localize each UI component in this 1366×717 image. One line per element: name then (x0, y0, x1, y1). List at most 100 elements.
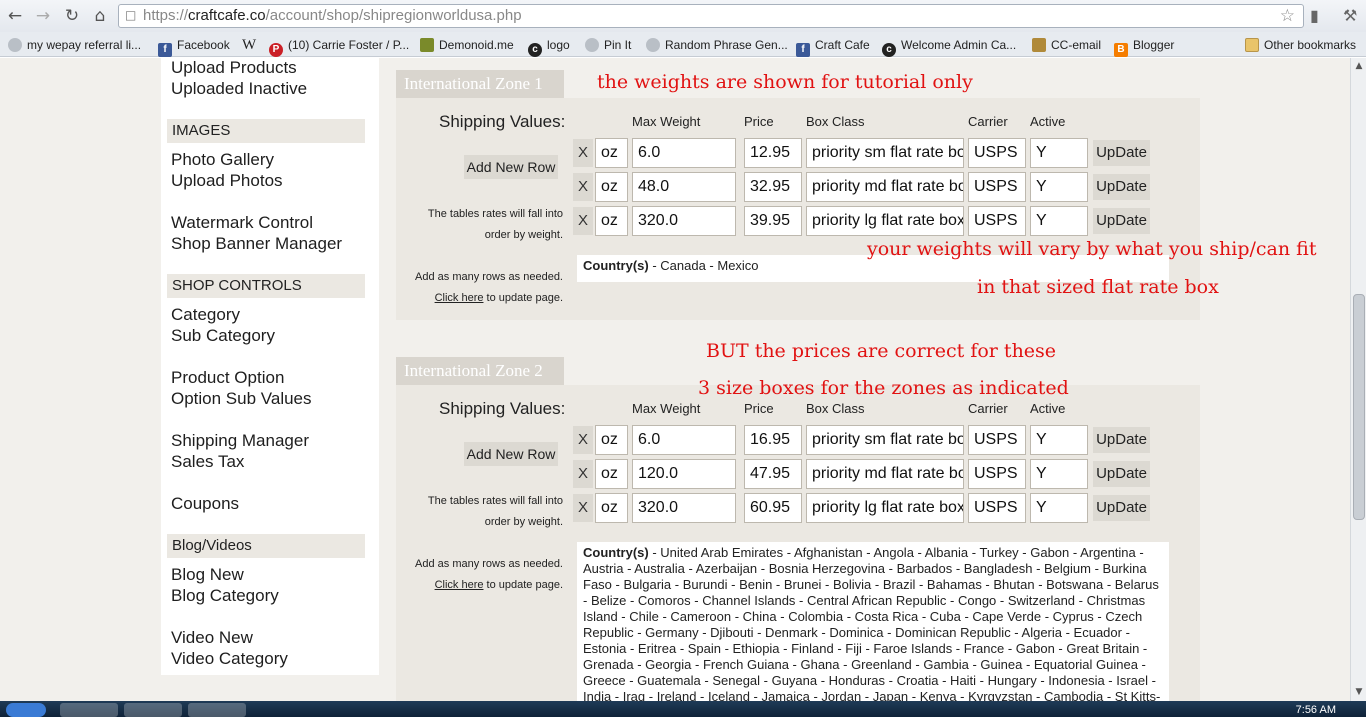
page-scrollbar[interactable]: ▲ ▼ (1350, 58, 1366, 701)
price-field[interactable]: 16.95 (744, 425, 802, 455)
add-new-row-button[interactable]: Add New Row (464, 442, 558, 466)
sidebar-item-watermark-control[interactable]: Watermark Control (171, 213, 313, 233)
taskbar-clock[interactable]: 7:56 AM (1296, 704, 1336, 716)
delete-row-button[interactable]: X (573, 460, 593, 488)
sidebar-item-blog-new[interactable]: Blog New (171, 565, 244, 585)
bookmark-item[interactable]: B Blogger (1114, 36, 1174, 57)
taskbar-app-icon[interactable] (124, 703, 182, 717)
bookmark-item[interactable]: Demonoid.me (420, 36, 514, 54)
star-bookmark-icon[interactable]: ☆ (1280, 6, 1295, 26)
sidebar-item-coupons[interactable]: Coupons (171, 494, 239, 514)
sidebar-item-shipping-manager[interactable]: Shipping Manager (171, 431, 309, 451)
start-button[interactable] (6, 703, 46, 717)
sidebar-item-category[interactable]: Category (171, 305, 240, 325)
sidebar-item-product-option[interactable]: Product Option (171, 368, 284, 388)
click-here-link[interactable]: Click here (435, 579, 484, 591)
max-weight-field[interactable]: 6.0 (632, 138, 736, 168)
sidebar-item-upload-products[interactable]: Upload Products (171, 58, 297, 78)
active-field[interactable]: Y (1030, 206, 1088, 236)
taskbar-chrome-icon[interactable] (60, 703, 118, 717)
home-icon[interactable]: ⌂ (89, 5, 111, 27)
price-field[interactable]: 47.95 (744, 459, 802, 489)
update-button[interactable]: UpDate (1093, 208, 1150, 234)
click-here-link[interactable]: Click here (435, 292, 484, 304)
price-field[interactable]: 39.95 (744, 206, 802, 236)
forward-arrow-icon[interactable]: → (32, 5, 54, 27)
add-new-row-button[interactable]: Add New Row (464, 155, 558, 179)
box-class-field[interactable]: priority lg flat rate box (806, 493, 964, 523)
scrollbar-thumb[interactable] (1353, 294, 1365, 520)
update-button[interactable]: UpDate (1093, 174, 1150, 200)
update-button[interactable]: UpDate (1093, 427, 1150, 453)
sidebar-item-option-sub-values[interactable]: Option Sub Values (171, 389, 312, 409)
delete-row-button[interactable]: X (573, 173, 593, 201)
price-field[interactable]: 60.95 (744, 493, 802, 523)
box-class-field[interactable]: priority sm flat rate bo (806, 138, 964, 168)
sidebar-item-photo-gallery[interactable]: Photo Gallery (171, 150, 274, 170)
update-button[interactable]: UpDate (1093, 495, 1150, 521)
bookmark-item[interactable]: c logo (528, 36, 570, 57)
scroll-down-arrow-icon[interactable]: ▼ (1351, 684, 1366, 700)
delete-row-button[interactable]: X (573, 207, 593, 235)
box-class-field[interactable]: priority lg flat rate box (806, 206, 964, 236)
update-button[interactable]: UpDate (1093, 140, 1150, 166)
unit-field[interactable]: oz (595, 138, 628, 168)
unit-field[interactable]: oz (595, 206, 628, 236)
sidebar-item-sales-tax[interactable]: Sales Tax (171, 452, 244, 472)
delete-row-button[interactable]: X (573, 426, 593, 454)
bookmark-item[interactable]: c Welcome Admin Ca... (882, 36, 1016, 57)
carrier-field[interactable]: USPS (968, 138, 1026, 168)
sidebar-item-uploaded-inactive[interactable]: Uploaded Inactive (171, 79, 307, 99)
carrier-field[interactable]: USPS (968, 425, 1026, 455)
unit-field[interactable]: oz (595, 425, 628, 455)
carrier-field[interactable]: USPS (968, 206, 1026, 236)
bookmark-item[interactable]: P (10) Carrie Foster / P... (269, 36, 409, 57)
max-weight-field[interactable]: 120.0 (632, 459, 736, 489)
active-field[interactable]: Y (1030, 172, 1088, 202)
signal-icon[interactable]: ▮ (1310, 6, 1319, 25)
delete-row-button[interactable]: X (573, 494, 593, 522)
max-weight-field[interactable]: 320.0 (632, 206, 736, 236)
sidebar-item-shop-banner-manager[interactable]: Shop Banner Manager (171, 234, 342, 254)
sidebar-item-video-category[interactable]: Video Category (171, 649, 288, 669)
unit-field[interactable]: oz (595, 493, 628, 523)
bookmark-item[interactable]: CC-email (1032, 36, 1101, 54)
bookmark-item[interactable]: f Craft Cafe (796, 36, 870, 57)
active-field[interactable]: Y (1030, 138, 1088, 168)
max-weight-field[interactable]: 6.0 (632, 425, 736, 455)
url-text[interactable]: https://craftcafe.co/account/shop/shipre… (143, 7, 522, 24)
carrier-field[interactable]: USPS (968, 459, 1026, 489)
active-field[interactable]: Y (1030, 493, 1088, 523)
scroll-up-arrow-icon[interactable]: ▲ (1351, 58, 1366, 74)
delete-row-button[interactable]: X (573, 139, 593, 167)
update-button[interactable]: UpDate (1093, 461, 1150, 487)
back-arrow-icon[interactable]: ← (4, 5, 26, 27)
bookmark-item[interactable]: my wepay referral li... (8, 36, 141, 54)
max-weight-field[interactable]: 48.0 (632, 172, 736, 202)
bookmark-item[interactable]: Random Phrase Gen... (646, 36, 788, 54)
box-class-field[interactable]: priority md flat rate bo (806, 172, 964, 202)
active-field[interactable]: Y (1030, 459, 1088, 489)
unit-field[interactable]: oz (595, 459, 628, 489)
address-bar[interactable]: □ https://craftcafe.co/account/shop/ship… (118, 4, 1304, 28)
unit-field[interactable]: oz (595, 172, 628, 202)
sidebar-item-blog-category[interactable]: Blog Category (171, 586, 279, 606)
bookmark-item[interactable]: Pin It (585, 36, 631, 54)
bookmark-item[interactable]: f Facebook (158, 36, 230, 57)
price-field[interactable]: 12.95 (744, 138, 802, 168)
carrier-field[interactable]: USPS (968, 493, 1026, 523)
sidebar-item-video-new[interactable]: Video New (171, 628, 253, 648)
taskbar-app-icon[interactable] (188, 703, 246, 717)
other-bookmarks[interactable]: Other bookmarks (1245, 36, 1356, 54)
box-class-field[interactable]: priority md flat rate bo (806, 459, 964, 489)
carrier-field[interactable]: USPS (968, 172, 1026, 202)
max-weight-field[interactable]: 320.0 (632, 493, 736, 523)
active-field[interactable]: Y (1030, 425, 1088, 455)
sidebar-item-sub-category[interactable]: Sub Category (171, 326, 275, 346)
reload-icon[interactable]: ↻ (61, 5, 83, 27)
wrench-icon[interactable]: ⚒ (1343, 6, 1357, 25)
sidebar-item-upload-photos[interactable]: Upload Photos (171, 171, 283, 191)
bookmark-item[interactable]: W (242, 36, 256, 54)
price-field[interactable]: 32.95 (744, 172, 802, 202)
box-class-field[interactable]: priority sm flat rate bo (806, 425, 964, 455)
